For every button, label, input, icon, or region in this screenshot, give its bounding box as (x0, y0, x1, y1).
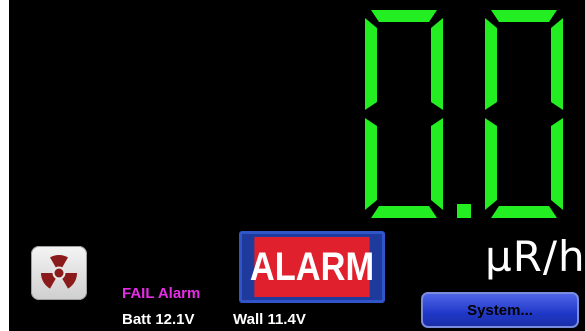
segment-lower-left (365, 118, 377, 210)
segment-upper-right (551, 18, 563, 110)
fail-alarm-status: FAIL Alarm (122, 285, 201, 302)
segment-top (491, 10, 557, 22)
dose-rate-display (349, 8, 579, 221)
digit-zero-1 (365, 10, 443, 218)
segment-lower-right (551, 118, 563, 210)
unit-label: µR/h (485, 232, 585, 281)
system-button[interactable]: System... (421, 292, 579, 328)
digit-zero-2 (485, 10, 563, 218)
alarm-button[interactable]: ALARM (239, 231, 385, 303)
segment-bottom (371, 206, 437, 218)
segment-upper-left (365, 18, 377, 110)
meter-screen: µR/h ALARM FAIL Alarm Batt 12.1V Wall 11… (9, 0, 585, 331)
segment-upper-left (485, 18, 497, 110)
seven-segment-readout (365, 10, 563, 218)
radiation-trefoil-icon (40, 254, 78, 289)
decimal-point (457, 204, 471, 218)
segment-lower-left (485, 118, 497, 210)
segment-upper-right (431, 18, 443, 110)
battery-voltage: Batt 12.1V (122, 311, 195, 328)
segment-top (371, 10, 437, 22)
wall-voltage: Wall 11.4V (233, 311, 306, 328)
alarm-button-label: ALARM (250, 237, 374, 297)
segment-lower-right (431, 118, 443, 210)
radiation-icon[interactable] (31, 246, 87, 300)
segment-bottom (491, 206, 557, 218)
